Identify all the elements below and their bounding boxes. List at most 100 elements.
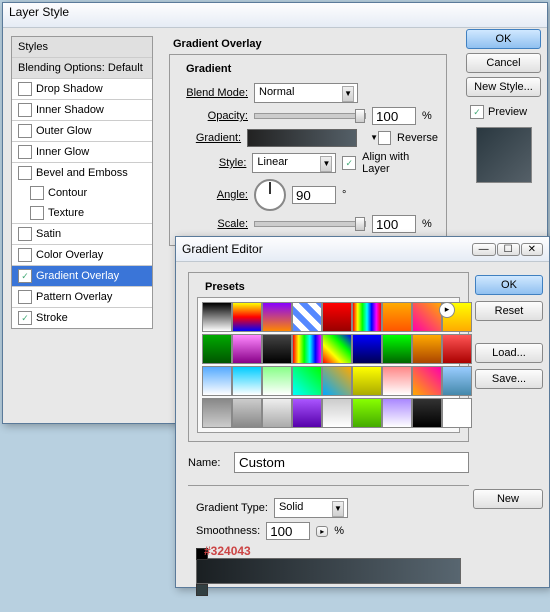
style-checkbox[interactable] — [30, 186, 44, 200]
preset-swatch[interactable] — [412, 334, 442, 364]
style-checkbox[interactable] — [18, 124, 32, 138]
preset-swatch[interactable] — [352, 334, 382, 364]
style-item-stroke[interactable]: ✓Stroke — [12, 308, 152, 328]
style-item-gradient-overlay[interactable]: ✓Gradient Overlay — [12, 266, 152, 287]
layer-style-titlebar: Layer Style — [3, 3, 547, 28]
style-item-pattern-overlay[interactable]: Pattern Overlay — [12, 287, 152, 308]
angle-input[interactable] — [292, 186, 336, 204]
opacity-slider[interactable] — [254, 113, 366, 119]
preset-swatch[interactable] — [382, 398, 412, 428]
blend-mode-select[interactable]: Normal — [254, 83, 358, 103]
preset-swatch[interactable] — [322, 302, 352, 332]
preset-swatch[interactable] — [412, 302, 442, 332]
presets-menu-icon[interactable]: ▸ — [439, 302, 455, 318]
preset-swatch[interactable] — [262, 366, 292, 396]
preset-swatch[interactable] — [292, 366, 322, 396]
reverse-checkbox[interactable] — [378, 131, 391, 145]
style-checkbox[interactable] — [18, 248, 32, 262]
style-label: Style: — [178, 157, 246, 169]
preset-swatch[interactable] — [382, 334, 412, 364]
minimize-icon[interactable]: — — [472, 243, 496, 256]
presets-label: Presets — [201, 281, 249, 293]
blending-options-default[interactable]: Blending Options: Default — [12, 58, 152, 79]
smoothness-input[interactable] — [266, 522, 310, 540]
preset-swatch[interactable] — [322, 366, 352, 396]
style-item-color-overlay[interactable]: Color Overlay — [12, 245, 152, 266]
ge-reset-button[interactable]: Reset — [475, 301, 543, 321]
preset-swatch[interactable] — [322, 334, 352, 364]
style-item-texture[interactable]: Texture — [12, 203, 152, 224]
style-checkbox[interactable] — [18, 145, 32, 159]
color-stop-left[interactable] — [196, 584, 208, 596]
styles-header[interactable]: Styles — [12, 37, 152, 58]
presets-panel: ▸ — [197, 297, 460, 433]
gradient-editor-window: Gradient Editor — ☐ ✕ Presets ▸ Name: Gr… — [175, 236, 550, 588]
opacity-label: Opacity: — [178, 110, 248, 122]
smoothness-arrow-icon[interactable]: ▸ — [316, 526, 328, 537]
scale-label: Scale: — [178, 218, 248, 230]
preset-swatch[interactable] — [202, 398, 232, 428]
scale-slider[interactable] — [254, 221, 366, 227]
style-item-contour[interactable]: Contour — [12, 183, 152, 203]
style-item-satin[interactable]: Satin — [12, 224, 152, 245]
preset-swatch[interactable] — [202, 334, 232, 364]
ok-button[interactable]: OK — [466, 29, 541, 49]
align-checkbox[interactable]: ✓ — [342, 156, 356, 170]
preset-swatch[interactable] — [352, 302, 382, 332]
style-item-outer-glow[interactable]: Outer Glow — [12, 121, 152, 142]
preview-checkbox[interactable]: ✓ — [470, 105, 484, 119]
style-checkbox[interactable] — [18, 166, 32, 180]
preset-swatch[interactable] — [382, 302, 412, 332]
style-checkbox[interactable]: ✓ — [18, 269, 32, 283]
style-checkbox[interactable] — [18, 227, 32, 241]
style-checkbox[interactable]: ✓ — [18, 311, 32, 325]
style-item-bevel-and-emboss[interactable]: Bevel and Emboss — [12, 163, 152, 183]
style-item-drop-shadow[interactable]: Drop Shadow — [12, 79, 152, 100]
preset-swatch[interactable] — [382, 366, 412, 396]
ge-save-button[interactable]: Save... — [475, 369, 543, 389]
angle-dial[interactable] — [254, 179, 286, 211]
preset-swatch[interactable] — [232, 302, 262, 332]
preset-swatch[interactable] — [292, 398, 322, 428]
preset-swatch[interactable] — [232, 366, 262, 396]
gradient-picker[interactable] — [247, 129, 357, 147]
style-select[interactable]: Linear — [252, 153, 336, 173]
preset-swatch[interactable] — [442, 398, 472, 428]
preview-swatch — [476, 127, 532, 183]
preset-swatch[interactable] — [202, 366, 232, 396]
style-checkbox[interactable] — [18, 103, 32, 117]
preset-swatch[interactable] — [322, 398, 352, 428]
preset-swatch[interactable] — [412, 398, 442, 428]
preset-swatch[interactable] — [202, 302, 232, 332]
preset-swatch[interactable] — [232, 398, 262, 428]
preset-swatch[interactable] — [412, 366, 442, 396]
style-checkbox[interactable] — [18, 82, 32, 96]
maximize-icon[interactable]: ☐ — [497, 243, 520, 256]
style-item-inner-shadow[interactable]: Inner Shadow — [12, 100, 152, 121]
preset-swatch[interactable] — [292, 302, 322, 332]
ge-ok-button[interactable]: OK — [475, 275, 543, 295]
style-checkbox[interactable] — [30, 206, 44, 220]
style-item-inner-glow[interactable]: Inner Glow — [12, 142, 152, 163]
style-checkbox[interactable] — [18, 290, 32, 304]
preset-swatch[interactable] — [262, 398, 292, 428]
scale-input[interactable] — [372, 215, 416, 233]
ge-load-button[interactable]: Load... — [475, 343, 543, 363]
preset-swatch[interactable] — [442, 334, 472, 364]
new-style-button[interactable]: New Style... — [466, 77, 541, 97]
preset-swatch[interactable] — [262, 334, 292, 364]
gradient-bar[interactable] — [196, 558, 461, 584]
gradient-label: Gradient: — [178, 132, 241, 144]
preset-swatch[interactable] — [292, 334, 322, 364]
name-input[interactable] — [234, 452, 469, 473]
close-icon[interactable]: ✕ — [521, 243, 543, 256]
preset-swatch[interactable] — [352, 398, 382, 428]
preset-swatch[interactable] — [352, 366, 382, 396]
gradient-type-select[interactable]: Solid — [274, 498, 348, 518]
preset-swatch[interactable] — [262, 302, 292, 332]
ge-new-button[interactable]: New — [473, 489, 543, 509]
preset-swatch[interactable] — [232, 334, 262, 364]
preset-swatch[interactable] — [442, 366, 472, 396]
opacity-input[interactable] — [372, 107, 416, 125]
cancel-button[interactable]: Cancel — [466, 53, 541, 73]
